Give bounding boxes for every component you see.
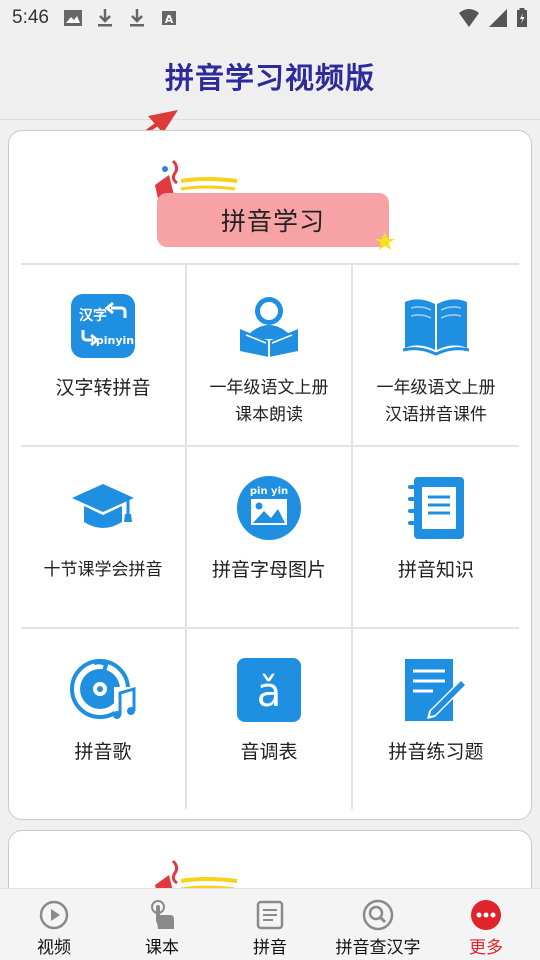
nav-item-more[interactable]: 更多 xyxy=(432,889,540,960)
document-icon xyxy=(254,899,286,931)
svg-text:pin yin: pin yin xyxy=(250,486,288,497)
grid-item-hanzi-to-pinyin[interactable]: 汉字 pinyin 汉字转拼音 xyxy=(21,265,187,447)
grid-item-label: 十节课学会拼音 xyxy=(43,560,163,580)
grid-item-letter-pictures[interactable]: pin yin 拼音字母图片 xyxy=(187,447,353,629)
play-circle-icon xyxy=(38,899,70,931)
grid-item-label: 拼音字母图片 xyxy=(211,559,326,581)
pinyin-picture-icon: pin yin xyxy=(236,475,302,541)
pinyin-section-card: 拼音学习 汉字 pinyin 汉字转拼音 一年级语文上册 课本朗读 一年级语文上… xyxy=(8,130,532,820)
grid-item-pinyin-songs[interactable]: 拼音歌 xyxy=(21,629,187,809)
battery-charging-icon xyxy=(517,8,527,27)
section-banner: 拼音学习 xyxy=(157,193,389,247)
grid-item-pinyin-courseware[interactable]: 一年级语文上册 汉语拼音课件 xyxy=(353,265,519,447)
status-bar: 5:46 A xyxy=(0,0,540,36)
grid-item-ten-lessons[interactable]: 十节课学会拼音 xyxy=(21,447,187,629)
nav-item-textbook[interactable]: 课本 xyxy=(108,889,216,960)
svg-text:ǎ: ǎ xyxy=(257,670,282,716)
grid-item-label: 一年级语文上册 汉语拼音课件 xyxy=(376,378,496,425)
grid-item-label: 汉字转拼音 xyxy=(55,377,151,399)
grid-item-tone-chart[interactable]: ǎ 音调表 xyxy=(187,629,353,809)
search-icon xyxy=(362,899,394,931)
wifi-icon xyxy=(459,9,479,27)
grid-item-label: 拼音练习题 xyxy=(388,741,484,763)
page-title: 拼音学习视频版 xyxy=(164,60,375,95)
reading-person-icon xyxy=(236,293,302,359)
music-disc-icon xyxy=(70,657,136,723)
tone-chart-icon: ǎ xyxy=(236,657,302,723)
grid-item-textbook-reading[interactable]: 一年级语文上册 课本朗读 xyxy=(187,265,353,447)
star-decoration xyxy=(375,232,395,250)
image-icon xyxy=(63,10,82,26)
feature-grid: 汉字 pinyin 汉字转拼音 一年级语文上册 课本朗读 一年级语文上册 汉语拼… xyxy=(21,263,519,809)
grid-item-label: 音调表 xyxy=(240,741,298,763)
notebook-icon xyxy=(403,475,469,541)
hanzi-pinyin-icon: 汉字 pinyin xyxy=(70,293,136,359)
nav-label: 更多 xyxy=(469,938,503,958)
nav-label: 课本 xyxy=(145,938,179,958)
status-time: 5:46 xyxy=(12,7,49,28)
nav-label: 拼音 xyxy=(253,938,287,958)
download-icon xyxy=(129,9,144,27)
signal-icon xyxy=(489,9,507,27)
grid-item-pinyin-exercises[interactable]: 拼音练习题 xyxy=(353,629,519,809)
nav-item-pinyin[interactable]: 拼音 xyxy=(216,889,324,960)
graduation-cap-icon xyxy=(70,475,136,541)
nav-item-pinyin-lookup[interactable]: 拼音查汉字 xyxy=(324,889,432,960)
download-icon xyxy=(97,9,112,27)
grid-item-label: 拼音歌 xyxy=(74,741,132,763)
exercise-pencil-icon xyxy=(403,657,469,723)
section-title: 拼音学习 xyxy=(220,207,325,236)
grid-item-label: 拼音知识 xyxy=(397,559,474,581)
nav-label: 视频 xyxy=(37,938,71,958)
grid-item-pinyin-knowledge[interactable]: 拼音知识 xyxy=(353,447,519,629)
font-icon: A xyxy=(161,11,176,26)
svg-text:汉字: 汉字 xyxy=(79,307,107,324)
more-dots-icon xyxy=(470,899,502,931)
svg-text:pinyin: pinyin xyxy=(96,334,134,347)
nav-label: 拼音查汉字 xyxy=(335,938,421,958)
nav-item-video[interactable]: 视频 xyxy=(0,889,108,960)
grid-item-label: 一年级语文上册 课本朗读 xyxy=(209,378,329,425)
touch-hand-icon xyxy=(146,899,178,931)
bottom-nav: 视频 课本 拼音 拼音查汉字 更多 xyxy=(0,888,540,960)
svg-text:A: A xyxy=(165,13,174,26)
open-book-icon xyxy=(403,293,469,359)
